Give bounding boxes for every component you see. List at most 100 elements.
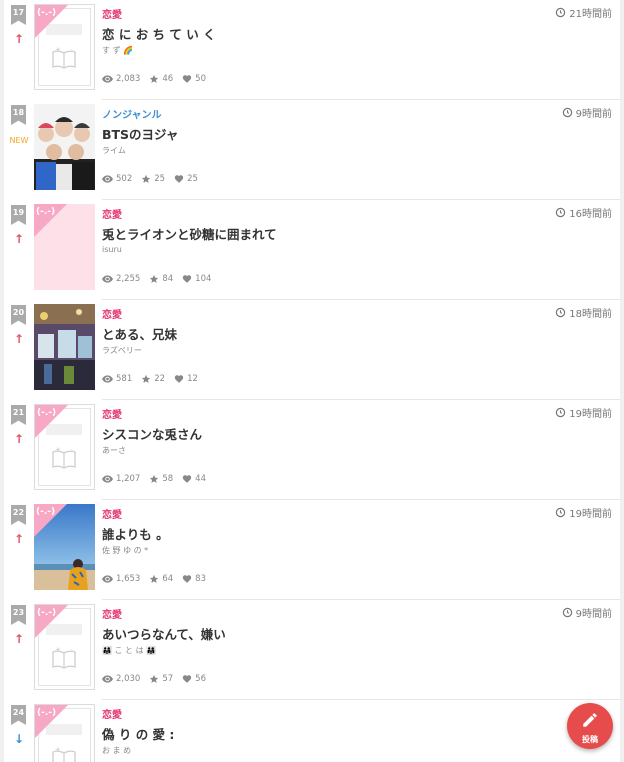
- heart-icon: [174, 375, 184, 383]
- story-title[interactable]: 兎とライオンと砂糖に囲まれて: [102, 224, 277, 243]
- story-title[interactable]: 偽 り の 愛 :: [102, 724, 174, 743]
- cover-image[interactable]: (-.-): [34, 4, 95, 90]
- arrow-up-icon: ↑: [13, 632, 25, 646]
- ranking-item[interactable]: 20 ↑ 恋愛 18時間前 とある、兄妹 ラズベリー 581 22 12: [4, 300, 620, 400]
- genre-label[interactable]: ノンジャンル: [102, 106, 162, 121]
- genre-label[interactable]: 恋愛: [102, 706, 122, 721]
- cover-image[interactable]: [34, 304, 95, 390]
- updated-time-text: 19時間前: [569, 409, 612, 420]
- updated-time: 21時間前: [555, 5, 612, 20]
- ranking-item[interactable]: 23 ↑ (-.-) 恋愛 9時間前あいつらなんて、嫌い 👨‍👩‍👧 こ と は 👨‍👩‍…: [4, 600, 620, 700]
- star-count-value: 57: [162, 674, 174, 684]
- heart-icon: [183, 475, 192, 483]
- view-count-value: 2,255: [116, 274, 141, 284]
- author-name[interactable]: isuru: [102, 245, 122, 254]
- genre-label[interactable]: 恋愛: [102, 506, 122, 521]
- like-count: 56: [182, 674, 206, 684]
- like-count-value: 44: [195, 474, 206, 484]
- ranking-item[interactable]: 18 NEW ノンジャンル 9時間前 BTSのヨジャ ライム 502 25 25: [4, 100, 620, 200]
- rank-badge: 23: [11, 605, 26, 625]
- author-name[interactable]: ライム: [102, 145, 126, 156]
- cover-title-placeholder: [46, 424, 82, 435]
- book-icon: [51, 45, 77, 71]
- book-icon: [51, 445, 77, 471]
- story-title[interactable]: とある、兄妹: [102, 324, 177, 343]
- cover-image[interactable]: (-.-): [34, 204, 95, 290]
- ranking-item[interactable]: 21 ↑ (-.-) 恋愛 19時間前 シスコンな兎さん あーさ 1,207 58 44: [4, 400, 620, 500]
- clock-icon: [556, 307, 566, 318]
- arrow-up-icon: ↑: [13, 432, 25, 446]
- cover-image[interactable]: (-.-): [34, 504, 95, 590]
- new-label: NEW: [9, 136, 29, 145]
- heart-icon: [183, 275, 192, 283]
- author-name[interactable]: 佐 野 ゆ の *: [102, 545, 148, 556]
- corner-face-label: (-.-): [37, 408, 57, 418]
- star-count: 57: [149, 674, 173, 684]
- view-count-value: 2,083: [116, 74, 141, 84]
- like-count: 83: [182, 574, 206, 584]
- updated-time-text: 16時間前: [569, 209, 612, 220]
- corner-face-label: (-.-): [37, 8, 57, 18]
- rank-badge: 18: [11, 105, 26, 125]
- rank-change-indicator: ↑: [4, 28, 34, 47]
- view-count: 1,207: [102, 474, 140, 484]
- star-icon: [150, 274, 159, 283]
- author-name[interactable]: す ず 🌈: [102, 45, 133, 56]
- genre-label[interactable]: 恋愛: [102, 606, 122, 621]
- genre-label[interactable]: 恋愛: [102, 406, 122, 421]
- like-count: 25: [174, 174, 198, 184]
- arrow-up-icon: ↑: [13, 232, 25, 246]
- like-count-value: 12: [187, 374, 198, 384]
- updated-time-text: 9時間前: [575, 609, 612, 620]
- story-stats: 502 25 25: [102, 174, 207, 184]
- story-title[interactable]: 誰よりも 。: [102, 524, 169, 543]
- cover-title-placeholder: [46, 624, 82, 635]
- view-count-value: 1,207: [116, 474, 141, 484]
- post-button[interactable]: 投稿: [567, 703, 613, 749]
- book-icon: [51, 645, 77, 671]
- rank-badge: 24: [11, 705, 26, 725]
- book-icon: [51, 745, 77, 762]
- view-count: 502: [102, 174, 132, 184]
- star-icon: [150, 574, 159, 583]
- ranking-item[interactable]: 22 ↑ (-.-) 恋愛 19時間前 誰よりも 。佐 野 ゆ の * 1,653 64 83: [4, 500, 620, 600]
- story-title[interactable]: 恋 に お ち て い く: [102, 24, 216, 43]
- cover-image[interactable]: (-.-): [34, 704, 95, 762]
- genre-label[interactable]: 恋愛: [102, 306, 122, 321]
- genre-label[interactable]: 恋愛: [102, 206, 122, 221]
- rank-change-indicator: ↑: [4, 628, 34, 647]
- updated-time-text: 18時間前: [569, 309, 612, 320]
- star-icon: [150, 74, 159, 83]
- story-title[interactable]: あいつらなんて、嫌い: [102, 624, 226, 643]
- updated-time: 16時間前: [555, 205, 612, 220]
- ranking-item[interactable]: 17 ↑ (-.-) 恋愛 21時間前恋 に お ち て い くす ず 🌈 2,083 46…: [4, 0, 620, 100]
- rank-badge: 20: [11, 305, 26, 325]
- cover-image[interactable]: [34, 104, 95, 190]
- star-icon: [142, 174, 151, 183]
- author-name[interactable]: お ま め: [102, 745, 131, 756]
- ranking-item[interactable]: 19 ↑ (-.-) 恋愛 16時間前 兎とライオンと砂糖に囲まれて isuru 2,255 8…: [4, 200, 620, 300]
- author-name[interactable]: ラズベリー: [102, 345, 142, 356]
- view-count-value: 502: [116, 174, 133, 184]
- genre-label[interactable]: 恋愛: [102, 6, 122, 21]
- star-count: 64: [149, 574, 173, 584]
- clock-icon: [556, 207, 566, 218]
- cover-image[interactable]: (-.-): [34, 404, 95, 490]
- post-button-label: 投稿: [582, 735, 598, 744]
- view-count: 2,030: [102, 674, 140, 684]
- heart-icon: [183, 75, 192, 83]
- like-count-value: 83: [195, 574, 206, 584]
- eye-icon: [102, 75, 113, 83]
- like-count-value: 25: [187, 174, 198, 184]
- author-name[interactable]: 👨‍👩‍👧 こ と は 👨‍👩‍👧: [102, 645, 156, 656]
- cover-image[interactable]: (-.-): [34, 604, 95, 690]
- star-icon: [150, 674, 159, 683]
- ranking-item[interactable]: 24 ↓ (-.-) 恋愛偽 り の 愛 : お ま め: [4, 700, 620, 762]
- updated-time-text: 9時間前: [575, 109, 612, 120]
- star-count: 46: [149, 74, 173, 84]
- story-title[interactable]: シスコンな兎さん: [102, 424, 202, 443]
- corner-face-label: (-.-): [36, 507, 56, 517]
- author-name[interactable]: あーさ: [102, 445, 126, 456]
- story-title[interactable]: BTSのヨジャ: [102, 124, 178, 143]
- clock-icon: [562, 607, 572, 618]
